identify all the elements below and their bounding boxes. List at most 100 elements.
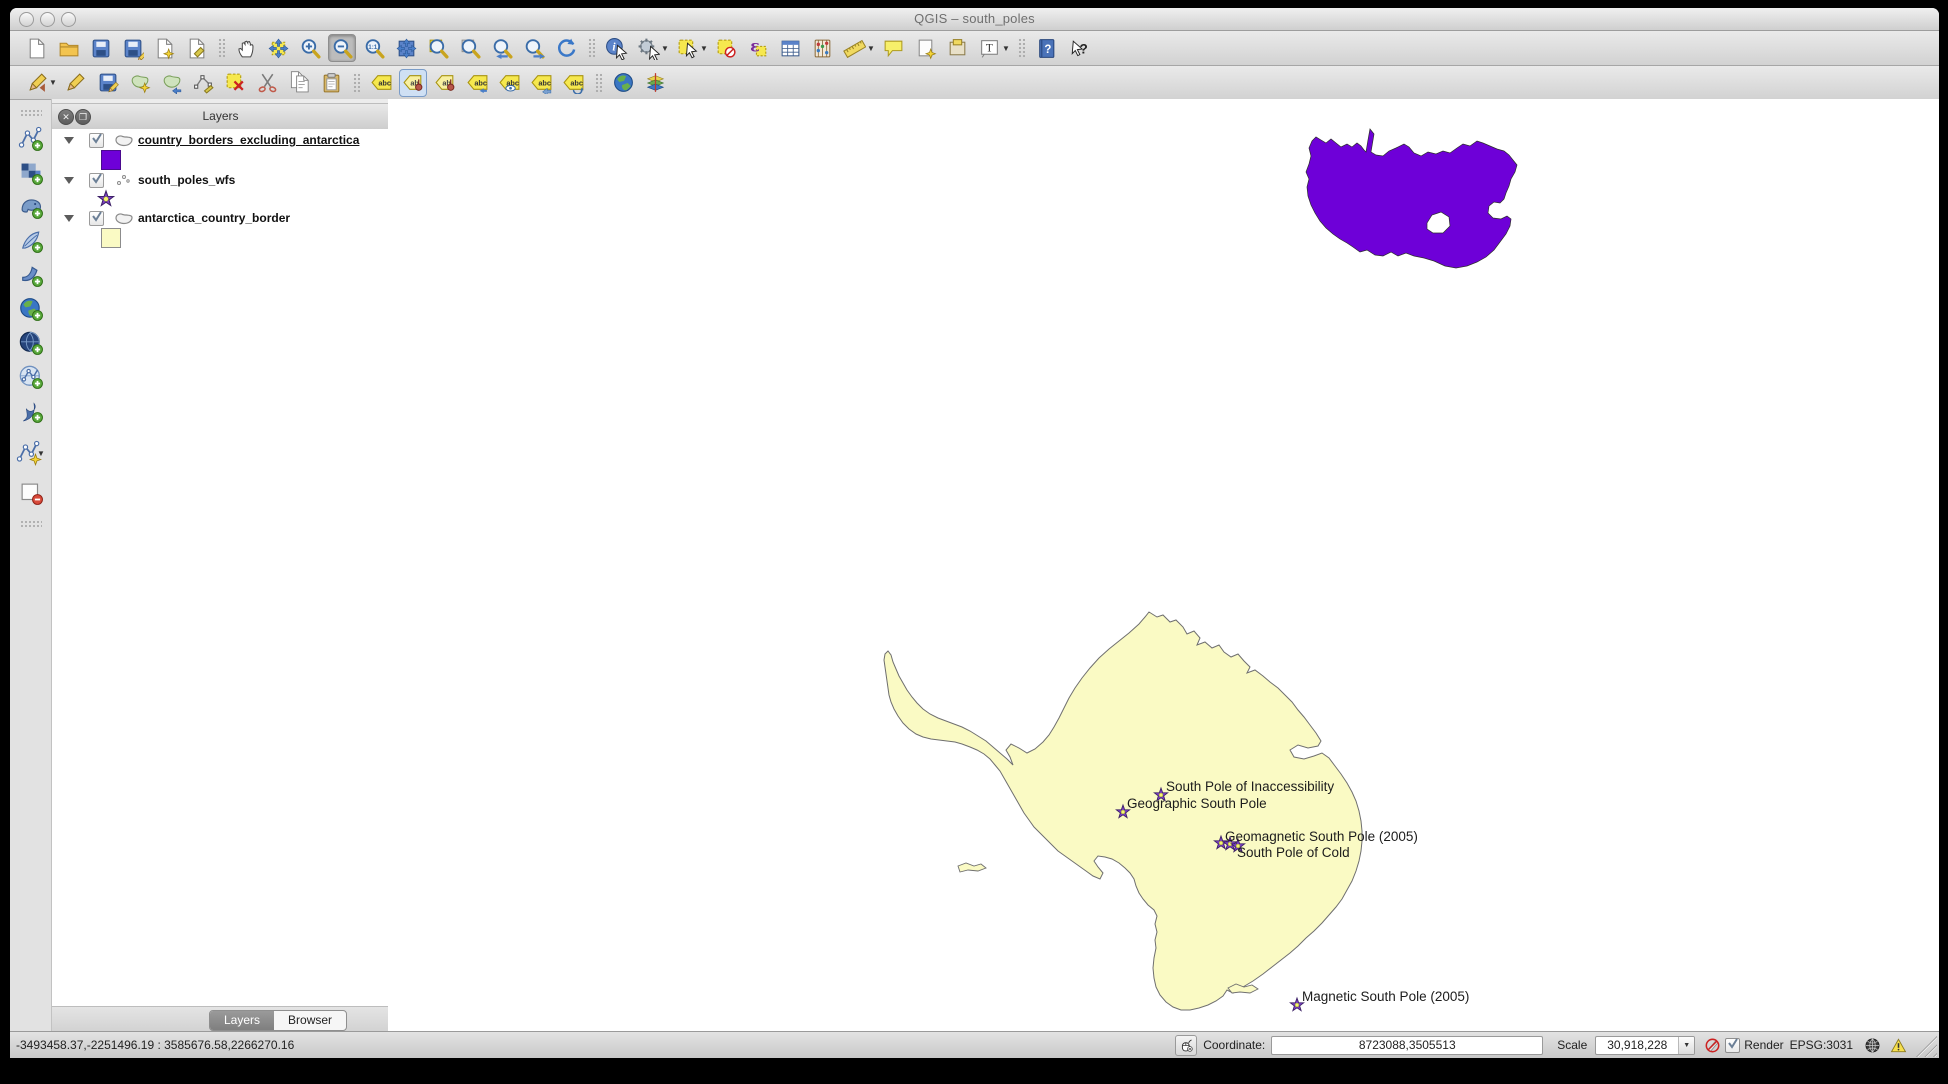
show-bookmarks-button[interactable]: [943, 34, 971, 62]
scale-dropdown-arrow[interactable]: ▼: [1678, 1037, 1694, 1054]
rotate-label-button[interactable]: [559, 69, 587, 97]
delete-selected-button[interactable]: [221, 69, 249, 97]
add-mssql-layer-button[interactable]: [15, 260, 47, 290]
remove-layer-button[interactable]: [15, 478, 47, 508]
new-print-composer-button[interactable]: [150, 34, 178, 62]
layer-visibility-checkbox[interactable]: [89, 211, 104, 226]
layer-symbol-star[interactable]: [96, 189, 114, 207]
toolbar-drag-handle[interactable]: [20, 520, 42, 527]
add-wfs-layer-button[interactable]: [15, 362, 47, 392]
coordinate-input[interactable]: 8723088,3505513: [1271, 1036, 1543, 1055]
composer-manager-button[interactable]: [182, 34, 210, 62]
pin-labels-button[interactable]: [399, 69, 427, 97]
zoom-native-button[interactable]: [360, 34, 388, 62]
zoom-to-selection-button[interactable]: [424, 34, 452, 62]
add-delimited-text-layer-button[interactable]: [15, 396, 47, 426]
scale-combo[interactable]: 30,918,228 ▼: [1595, 1036, 1695, 1055]
current-edits-button[interactable]: [22, 69, 50, 97]
title-bar[interactable]: QGIS – south_poles: [10, 8, 1939, 31]
crs-globe-icon[interactable]: [1862, 1035, 1882, 1055]
layer-name[interactable]: south_poles_wfs: [138, 173, 235, 187]
expand-triangle-icon[interactable]: [64, 177, 74, 184]
layer-row-south-poles-wfs[interactable]: south_poles_wfs: [52, 170, 389, 190]
metasearch-button[interactable]: [609, 69, 637, 97]
whats-this-button[interactable]: [1064, 34, 1092, 62]
cut-features-button[interactable]: [253, 69, 281, 97]
change-label-button[interactable]: [527, 69, 555, 97]
layer-name[interactable]: antarctica_country_border: [138, 211, 290, 225]
layer-labeling-button[interactable]: [367, 69, 395, 97]
add-wms-layer-button[interactable]: [15, 294, 47, 324]
add-postgis-layer-button[interactable]: [15, 192, 47, 222]
paste-features-button[interactable]: [317, 69, 345, 97]
render-checkbox[interactable]: [1725, 1038, 1740, 1053]
tab-layers[interactable]: Layers: [210, 1011, 274, 1030]
crs-status-label[interactable]: EPSG:3031: [1790, 1038, 1853, 1052]
add-raster-layer-button[interactable]: [15, 158, 47, 188]
layer-symbol-purple[interactable]: [101, 150, 121, 170]
resize-grip[interactable]: [1915, 1035, 1937, 1057]
map-canvas[interactable]: South Pole of Inaccessibility Geographic…: [388, 99, 1939, 1032]
expand-triangle-icon[interactable]: [64, 137, 74, 144]
field-calculator-button[interactable]: [808, 34, 836, 62]
select-features-dropdown-arrow[interactable]: ▼: [700, 44, 708, 53]
help-contents-button[interactable]: [1032, 34, 1060, 62]
zoom-last-button[interactable]: [488, 34, 516, 62]
stop-rendering-icon[interactable]: [1702, 1035, 1722, 1055]
zoom-out-button[interactable]: [328, 34, 356, 62]
identify-features-button[interactable]: [602, 34, 630, 62]
save-layer-edits-button[interactable]: [93, 69, 121, 97]
messages-warning-icon[interactable]: [1888, 1035, 1908, 1055]
highlight-pinned-labels-button[interactable]: [431, 69, 459, 97]
plugin-layers-button[interactable]: [641, 69, 669, 97]
add-wcs-layer-button[interactable]: [15, 328, 47, 358]
add-vector-layer-button[interactable]: [15, 124, 47, 154]
zoom-full-button[interactable]: [392, 34, 420, 62]
layer-tree[interactable]: country_borders_excluding_antarctica sou…: [52, 129, 389, 1007]
new-project-button[interactable]: [22, 34, 50, 62]
layer-visibility-checkbox[interactable]: [89, 133, 104, 148]
toolbar-drag-handle[interactable]: [20, 109, 42, 116]
map-island-small-west[interactable]: [958, 863, 986, 872]
new-shapefile-layer-button[interactable]: ▼: [15, 438, 47, 468]
run-feature-action-button[interactable]: [634, 34, 662, 62]
annotation-dropdown-arrow[interactable]: ▼: [1002, 44, 1010, 53]
layers-panel-header[interactable]: ✕ ❐ Layers: [52, 103, 389, 130]
map-tips-button[interactable]: [879, 34, 907, 62]
deselect-features-button[interactable]: [712, 34, 740, 62]
select-features-button[interactable]: [673, 34, 701, 62]
text-annotation-button[interactable]: [975, 34, 1003, 62]
pan-to-selection-button[interactable]: [264, 34, 292, 62]
expand-triangle-icon[interactable]: [64, 215, 74, 222]
add-spatialite-layer-button[interactable]: [15, 226, 47, 256]
zoom-next-button[interactable]: [520, 34, 548, 62]
open-attribute-table-button[interactable]: [776, 34, 804, 62]
zoom-to-layer-button[interactable]: [456, 34, 484, 62]
toggle-editing-button[interactable]: [61, 69, 89, 97]
save-project-button[interactable]: [86, 34, 114, 62]
save-project-as-button[interactable]: [118, 34, 146, 62]
toggle-extents-mouse-icon[interactable]: [1175, 1035, 1197, 1056]
scale-value[interactable]: 30,918,228: [1596, 1037, 1678, 1054]
measure-dropdown-arrow[interactable]: ▼: [867, 44, 875, 53]
pan-map-button[interactable]: [232, 34, 260, 62]
refresh-map-button[interactable]: [552, 34, 580, 62]
select-by-expression-button[interactable]: [744, 34, 772, 62]
layer-visibility-checkbox[interactable]: [89, 173, 104, 188]
add-feature-button[interactable]: [125, 69, 153, 97]
show-hide-labels-button[interactable]: [495, 69, 523, 97]
node-tool-button[interactable]: [189, 69, 217, 97]
new-shapefile-dropdown-arrow[interactable]: ▼: [37, 449, 45, 458]
layer-row-antarctica-border[interactable]: antarctica_country_border: [52, 208, 389, 228]
measure-line-button[interactable]: [840, 34, 868, 62]
zoom-in-button[interactable]: [296, 34, 324, 62]
feature-action-dropdown-arrow[interactable]: ▼: [661, 44, 669, 53]
layer-name[interactable]: country_borders_excluding_antarctica: [138, 133, 359, 147]
new-bookmark-button[interactable]: [911, 34, 939, 62]
map-polygon-south-africa[interactable]: [1306, 129, 1517, 268]
layer-symbol-yellow[interactable]: [101, 228, 121, 248]
move-feature-button[interactable]: [157, 69, 185, 97]
current-edits-dropdown-arrow[interactable]: ▼: [49, 78, 57, 87]
layer-row-country-borders[interactable]: country_borders_excluding_antarctica: [52, 130, 389, 150]
open-project-button[interactable]: [54, 34, 82, 62]
